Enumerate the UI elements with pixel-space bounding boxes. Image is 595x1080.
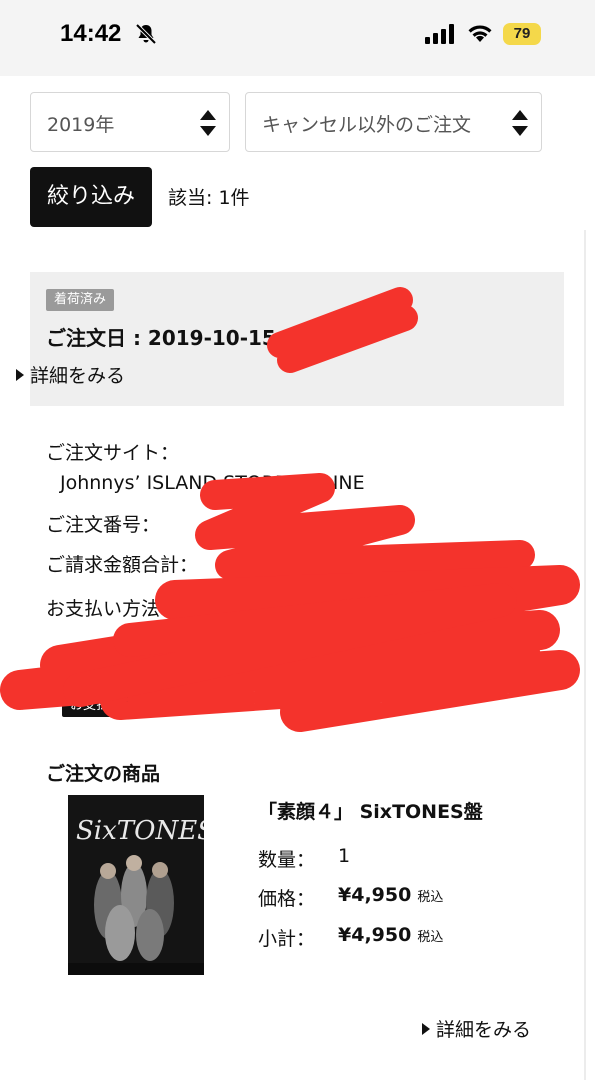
- battery-indicator: 79: [503, 23, 541, 45]
- billing-amount-label: ご請求金額合計：: [46, 554, 199, 576]
- price-value: ¥4,950: [338, 884, 412, 906]
- subtotal-value: ¥4,950: [338, 924, 412, 946]
- status-badge: 着荷済み: [46, 289, 115, 311]
- subtotal-value-group: ¥4,950 税込: [338, 924, 443, 946]
- subtotal-tax-note: 税込: [417, 930, 444, 945]
- order-detail-link-label: 詳細をみる: [30, 365, 126, 387]
- caret-right-icon: [16, 369, 24, 381]
- filter-button[interactable]: 絞り込み: [30, 167, 152, 227]
- result-count: 該当: 1件: [168, 187, 250, 209]
- year-select[interactable]: 2019年: [30, 92, 230, 152]
- subtotal-label: 小計：: [258, 928, 316, 950]
- order-date: ご注文日 : 2019-10-15: [46, 326, 276, 350]
- signal-icon: [425, 24, 454, 44]
- scroll-track: [584, 230, 586, 1080]
- status-bar: 14:42 79: [0, 0, 595, 76]
- quantity-value: 1: [338, 845, 351, 867]
- bell-muted-icon: [135, 23, 157, 45]
- price-label: 価格：: [258, 888, 316, 910]
- order-detail-link[interactable]: 詳細をみる: [16, 361, 125, 388]
- payment-method-label: お支払い方法: [46, 598, 161, 620]
- ordered-items-title: ご注文の商品: [46, 763, 161, 785]
- order-status-select[interactable]: キャンセル以外のご注文: [245, 92, 542, 152]
- product-subtotal-row: 小計： ¥4,950 税込: [258, 924, 443, 951]
- product-detail-link-label: 詳細をみる: [436, 1019, 532, 1041]
- product-cover-art: SixTONES: [68, 795, 204, 975]
- payment-status-badge: お支払い済み: [62, 695, 157, 717]
- product-detail-link[interactable]: 詳細をみる: [422, 1015, 531, 1042]
- product-name[interactable]: 「素顔４」 SixTONES盤: [258, 797, 483, 824]
- product-image[interactable]: SixTONES: [68, 795, 204, 975]
- cover-title-text: SixTONES: [76, 816, 204, 846]
- product-price-row: 価格： ¥4,950 税込: [258, 884, 443, 911]
- select-arrows-icon: [200, 110, 216, 136]
- price-tax-note: 税込: [417, 890, 444, 905]
- caret-right-icon: [422, 1023, 430, 1035]
- status-time: 14:42: [60, 20, 122, 47]
- select-arrows-icon: [512, 110, 528, 136]
- order-number-label: ご注文番号：: [46, 514, 161, 536]
- price-value-group: ¥4,950 税込: [338, 884, 443, 906]
- quantity-label: 数量：: [258, 849, 316, 871]
- product-quantity-row: 数量： 1: [258, 845, 350, 872]
- order-status-select-value: キャンセル以外のご注文: [262, 114, 472, 136]
- wifi-icon: [468, 25, 492, 42]
- order-site-label: ご注文サイト：: [46, 442, 180, 464]
- order-site-value: Johnnys’ ISLAND STORE ONLINE: [60, 472, 365, 494]
- year-select-value: 2019年: [47, 114, 115, 136]
